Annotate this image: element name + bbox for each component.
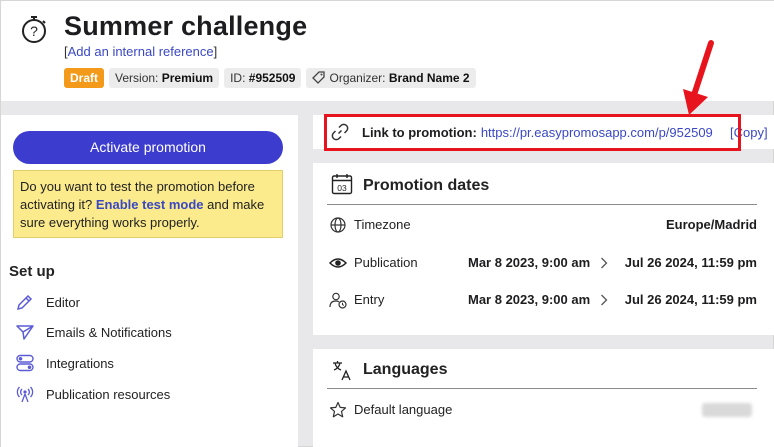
tag-icon (312, 71, 326, 84)
default-language-value-redacted (702, 403, 752, 417)
toggles-icon (15, 353, 35, 373)
default-language-row: Default language (327, 399, 757, 421)
organizer-badge: Organizer: Brand Name 2 (306, 68, 476, 88)
chevron-right-icon (601, 257, 608, 269)
globe-icon (330, 217, 346, 233)
add-internal-reference-link[interactable]: Add an internal reference (68, 44, 214, 59)
svg-text:?: ? (30, 23, 38, 39)
setup-heading: Set up (9, 263, 55, 280)
version-badge: Version: Premium (109, 68, 220, 88)
publication-end: Jul 26 2024, 11:59 pm (624, 255, 757, 270)
timezone-value: Europe/Madrid (665, 217, 757, 232)
promotion-header: ? Summer challenge [Add an internal refe… (1, 1, 774, 101)
languages-title: Languages (363, 361, 448, 378)
stopwatch-icon: ? (22, 16, 46, 43)
entry-end: Jul 26 2024, 11:59 pm (624, 292, 757, 307)
eye-icon (329, 258, 347, 268)
promotion-dates-card: 03 Promotion dates Timezone Europe/Madri… (313, 163, 774, 335)
test-mode-notice: Do you want to test the promotion before… (13, 170, 283, 238)
setup-item-publication-resources[interactable]: Publication resources (15, 383, 170, 405)
annotation-arrow-icon (683, 40, 714, 115)
promotion-dates-title: Promotion dates (363, 177, 490, 194)
entry-start: Mar 8 2023, 9:00 am (468, 292, 591, 307)
enable-test-mode-link[interactable]: Enable test mode (96, 197, 204, 212)
id-badge: ID: #952509 (224, 68, 302, 88)
publication-row: Publication Mar 8 2023, 9:00 am Jul 26 2… (327, 252, 757, 274)
page-title: Summer challenge (64, 11, 308, 41)
paper-plane-icon (15, 322, 35, 342)
status-badge: Draft (64, 68, 105, 88)
languages-card: Languages Default language (313, 349, 774, 447)
star-icon (329, 401, 347, 418)
left-panel: Activate promotion Do you want to test t… (1, 115, 298, 447)
divider (327, 388, 757, 389)
badge-row: Draft Version: Premium ID: #952509 Organ… (64, 68, 476, 88)
activate-promotion-button[interactable]: Activate promotion (13, 131, 283, 164)
setup-item-emails-notifications[interactable]: Emails & Notifications (15, 321, 172, 343)
divider (327, 204, 757, 205)
highlight-box (324, 114, 741, 151)
svg-text:03: 03 (337, 183, 347, 193)
publication-start: Mar 8 2023, 9:00 am (468, 255, 591, 270)
internal-reference: [Add an internal reference] (64, 44, 218, 59)
pencil-icon (15, 292, 35, 312)
broadcast-icon (15, 384, 35, 404)
entry-row: Entry Mar 8 2023, 9:00 am Jul 26 2024, 1… (327, 289, 757, 311)
timezone-row: Timezone Europe/Madrid (327, 214, 757, 236)
calendar-icon: 03 (331, 174, 353, 195)
translate-icon (333, 361, 351, 381)
setup-item-integrations[interactable]: Integrations (15, 352, 114, 374)
user-clock-icon (329, 292, 347, 309)
setup-item-editor[interactable]: Editor (15, 291, 80, 313)
chevron-right-icon (601, 294, 608, 306)
